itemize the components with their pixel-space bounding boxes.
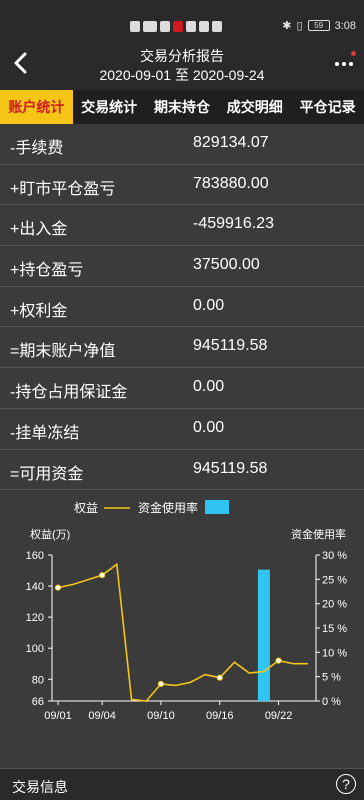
- y-right-tick-label: 30 %: [322, 550, 347, 562]
- header: 交易分析报告 2020-09-01 至 2020-09-24: [0, 46, 364, 90]
- x-tick-label: 09/10: [147, 710, 175, 722]
- bottom-bar: 交易信息 ?: [0, 768, 364, 800]
- more-icon: [335, 62, 353, 66]
- y-right-tick-label: 0 %: [322, 696, 341, 708]
- tab-account-stats[interactable]: 账户统计: [0, 90, 73, 124]
- status-icons: [130, 20, 222, 32]
- x-tick-label: 09/16: [206, 710, 234, 722]
- list-item: -手续费 829134.07: [0, 124, 364, 165]
- list-item: +持仓盈亏 37500.00: [0, 246, 364, 287]
- y-left-tick-label: 66: [32, 696, 44, 708]
- app-icon: [186, 20, 196, 32]
- list-item: +权利金 0.00: [0, 287, 364, 328]
- app-icon: [212, 20, 222, 32]
- tab-fill-details[interactable]: 成交明细: [218, 90, 291, 124]
- status-bar: ✱ ▯ 59 3:08: [0, 0, 364, 46]
- y-left-tick-label: 160: [26, 550, 44, 562]
- y-right-tick-label: 5 %: [322, 672, 341, 684]
- vibrate-icon: ▯: [296, 20, 303, 32]
- notification-dot: [351, 51, 356, 56]
- page-title: 交易分析报告: [140, 48, 224, 64]
- legend-label: 资金使用率: [138, 500, 198, 515]
- equity-point: [157, 680, 165, 688]
- hd-icon: [130, 20, 140, 32]
- row-label: +盯市平仓盈亏: [10, 180, 116, 198]
- row-label: +权利金: [10, 302, 68, 320]
- chart-svg: 权益 资金使用率权益(万) 资金使用率160140120100806630 %25 …: [26, 500, 347, 722]
- list-item: +盯市平仓盈亏 783880.00: [0, 165, 364, 206]
- row-label: -手续费: [10, 140, 64, 157]
- row-label: -持仓占用保证金: [10, 384, 128, 402]
- x-tick-label: 09/04: [88, 710, 116, 722]
- y-left-title: 权益(万): [30, 527, 70, 541]
- tab-close-records[interactable]: 平仓记录: [291, 90, 364, 124]
- battery-icon: 59: [307, 20, 330, 31]
- list-item: -挂单冻结 0.00: [0, 409, 364, 450]
- status-right: ✱ ▯ 59 3:08: [282, 19, 356, 33]
- help-icon[interactable]: ?: [336, 774, 356, 794]
- status-time: 3:08: [334, 19, 356, 32]
- usage-bar: [257, 569, 270, 701]
- row-value: 0.00: [193, 418, 225, 436]
- account-stats-list: -手续费 829134.07 +盯市平仓盈亏 783880.00 +出入金 -4599…: [0, 124, 364, 491]
- signal-icon: [143, 20, 157, 32]
- row-label: -挂单冻结: [10, 424, 80, 442]
- equity-line: [57, 562, 308, 702]
- row-label: =期末账户净值: [10, 343, 116, 361]
- row-value: 0.00: [193, 296, 225, 314]
- date-range: 2020-09-01 至 2020-09-24: [99, 67, 265, 83]
- y-right-tick-label: 10 %: [322, 647, 347, 659]
- row-value: 37500.00: [193, 256, 260, 274]
- more-menu-button[interactable]: [334, 51, 356, 74]
- equity-point: [216, 674, 223, 681]
- list-item: =期末账户净值 945119.58: [0, 327, 364, 369]
- list-item: -持仓占用保证金 0.00: [0, 368, 364, 409]
- y-left-tick-label: 100: [26, 643, 44, 655]
- row-value: 829134.07: [193, 134, 269, 151]
- x-tick-label: 09/01: [44, 710, 72, 722]
- list-item: +出入金 -459916.23: [0, 205, 364, 247]
- trade-info-label[interactable]: 交易信息: [12, 777, 68, 797]
- tab-trade-stats[interactable]: 交易统计: [73, 90, 146, 124]
- y-left-tick-label: 80: [32, 674, 44, 686]
- tab-end-positions[interactable]: 期末持仓: [146, 90, 219, 124]
- equity-chart[interactable]: 权益 资金使用率 权益(万) 资金使用率 160 140 120 100 80 66 30 % 25 …: [0, 490, 364, 768]
- equity-point: [54, 584, 62, 591]
- row-value: 945119.58: [193, 459, 268, 477]
- x-tick-label: 09/22: [265, 710, 293, 722]
- app-icon: [173, 20, 183, 32]
- notification-icon: [160, 20, 170, 32]
- y-left-tick-label: 120: [26, 612, 44, 624]
- bluetooth-icon: ✱: [282, 20, 292, 32]
- legend-bar-swatch: [205, 500, 229, 514]
- y-right-tick-label: 25 %: [322, 574, 347, 586]
- app-icon: [199, 20, 209, 32]
- row-label: =可用资金: [10, 465, 84, 483]
- y-right-tick-label: 15 %: [322, 623, 347, 635]
- row-label: +出入金: [10, 221, 68, 239]
- y-right-title: 资金使用率: [291, 527, 346, 541]
- row-value: 0.00: [193, 378, 225, 396]
- tab-bar: 账户统计 交易统计 期末持仓 成交明细 平仓记录: [0, 90, 364, 124]
- row-label: +持仓盈亏: [10, 262, 84, 280]
- row-value: 783880.00: [193, 174, 269, 192]
- row-value: 945119.58: [193, 337, 268, 355]
- y-right-tick-label: 20 %: [322, 599, 347, 611]
- equity-point: [99, 572, 106, 579]
- row-value: -459916.23: [193, 215, 274, 233]
- equity-point: [275, 657, 282, 664]
- list-item: =可用资金 945119.58: [0, 450, 364, 491]
- y-left-tick-label: 140: [26, 581, 44, 593]
- legend-label: 权益: [74, 501, 98, 515]
